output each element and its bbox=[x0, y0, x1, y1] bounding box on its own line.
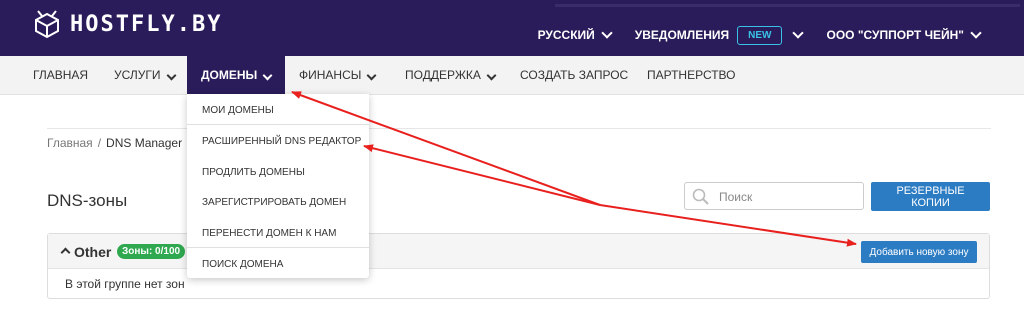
menu-divider bbox=[187, 124, 369, 125]
chevron-down-icon bbox=[601, 27, 613, 39]
account-label: ООО "СУППОРТ ЧЕЙН" bbox=[826, 28, 964, 42]
logo-box-icon bbox=[35, 10, 59, 39]
search-icon bbox=[692, 188, 709, 205]
domains-dropdown-menu: МОИ ДОМЕНЫ РАСШИРЕННЫЙ DNS РЕДАКТОР ПРОД… bbox=[187, 94, 369, 278]
notifications-menu[interactable]: УВЕДОМЛЕНИЯ NEW bbox=[634, 25, 805, 45]
breadcrumb: Главная / DNS Manager bbox=[47, 136, 182, 150]
logo[interactable]: HOSTFLY.BY bbox=[32, 6, 222, 42]
search-input[interactable] bbox=[717, 183, 861, 211]
main-nav: ГЛАВНАЯ УСЛУГИ ДОМЕНЫ ФИНАНСЫ ПОДДЕРЖКА … bbox=[0, 56, 1024, 95]
menu-item-register-domain[interactable]: ЗАРЕГИСТРИРОВАТЬ ДОМЕН bbox=[202, 197, 346, 208]
menu-item-renew-domains[interactable]: ПРОДЛИТЬ ДОМЕНЫ bbox=[202, 167, 305, 178]
nav-item-create-request[interactable]: СОЗДАТЬ ЗАПРОС bbox=[520, 56, 628, 94]
nav-item-label: ДОМЕНЫ bbox=[201, 68, 258, 82]
nav-item-label: ФИНАНСЫ bbox=[299, 68, 362, 82]
language-label: РУССКИЙ bbox=[537, 28, 595, 42]
nav-item-home[interactable]: ГЛАВНАЯ bbox=[33, 56, 88, 94]
chevron-down-icon bbox=[366, 70, 377, 81]
chevron-down-icon bbox=[970, 27, 982, 39]
nav-item-label: ПАРТНЕРСТВО bbox=[647, 68, 736, 82]
chevron-down-icon bbox=[486, 70, 497, 81]
header-strip bbox=[555, 4, 1020, 7]
chevron-down-icon bbox=[792, 27, 805, 39]
language-selector[interactable]: РУССКИЙ bbox=[537, 27, 613, 42]
chevron-down-icon bbox=[262, 70, 273, 81]
nav-item-label: ПОДДЕРЖКА bbox=[405, 68, 481, 82]
breadcrumb-current: DNS Manager bbox=[106, 136, 183, 150]
new-badge: NEW bbox=[737, 25, 783, 45]
breadcrumb-separator: / bbox=[97, 136, 102, 150]
nav-item-services[interactable]: УСЛУГИ bbox=[114, 56, 176, 94]
search-field[interactable] bbox=[684, 182, 864, 211]
nav-item-support[interactable]: ПОДДЕРЖКА bbox=[405, 56, 497, 94]
notifications-label: УВЕДОМЛЕНИЯ bbox=[634, 28, 730, 42]
chevron-up-icon[interactable] bbox=[60, 247, 71, 258]
backup-button[interactable]: РЕЗЕРВНЫЕ КОПИИ bbox=[871, 182, 990, 211]
menu-item-domain-search[interactable]: ПОИСК ДОМЕНА bbox=[202, 259, 283, 270]
logo-text: HOSTFLY.BY bbox=[70, 11, 223, 37]
add-zone-button[interactable]: Добавить новую зону bbox=[861, 241, 977, 263]
nav-item-partnership[interactable]: ПАРТНЕРСТВО bbox=[647, 56, 736, 94]
nav-item-label: СОЗДАТЬ ЗАПРОС bbox=[520, 68, 629, 82]
chevron-down-icon bbox=[166, 70, 176, 81]
page-title: DNS-зоны bbox=[47, 191, 128, 210]
menu-divider bbox=[187, 247, 369, 248]
menu-item-my-domains[interactable]: МОИ ДОМЕНЫ bbox=[202, 105, 274, 116]
menu-item-transfer-domain[interactable]: ПЕРЕНЕСТИ ДОМЕН К НАМ bbox=[202, 228, 336, 239]
menu-item-dns-editor[interactable]: РАСШИРЕННЫЙ DNS РЕДАКТОР bbox=[202, 136, 361, 147]
nav-item-label: УСЛУГИ bbox=[114, 68, 161, 82]
group-name: Other bbox=[74, 244, 112, 260]
header-menu: РУССКИЙ УВЕДОМЛЕНИЯ NEW ООО "СУППОРТ ЧЕЙ… bbox=[537, 25, 1024, 45]
zones-count-badge: Зоны: 0/100 bbox=[117, 244, 186, 259]
account-menu[interactable]: ООО "СУППОРТ ЧЕЙН" bbox=[826, 27, 982, 42]
top-header: HOSTFLY.BY РУССКИЙ УВЕДОМЛЕНИЯ NEW ООО "… bbox=[0, 0, 1024, 56]
nav-item-label: ГЛАВНАЯ bbox=[33, 68, 89, 82]
nav-item-finance[interactable]: ФИНАНСЫ bbox=[299, 56, 377, 94]
breadcrumb-home[interactable]: Главная bbox=[47, 136, 93, 150]
nav-item-domains[interactable]: ДОМЕНЫ bbox=[187, 56, 286, 94]
arrow-line bbox=[363, 144, 601, 206]
empty-group-text: В этой группе нет зон bbox=[65, 277, 185, 291]
